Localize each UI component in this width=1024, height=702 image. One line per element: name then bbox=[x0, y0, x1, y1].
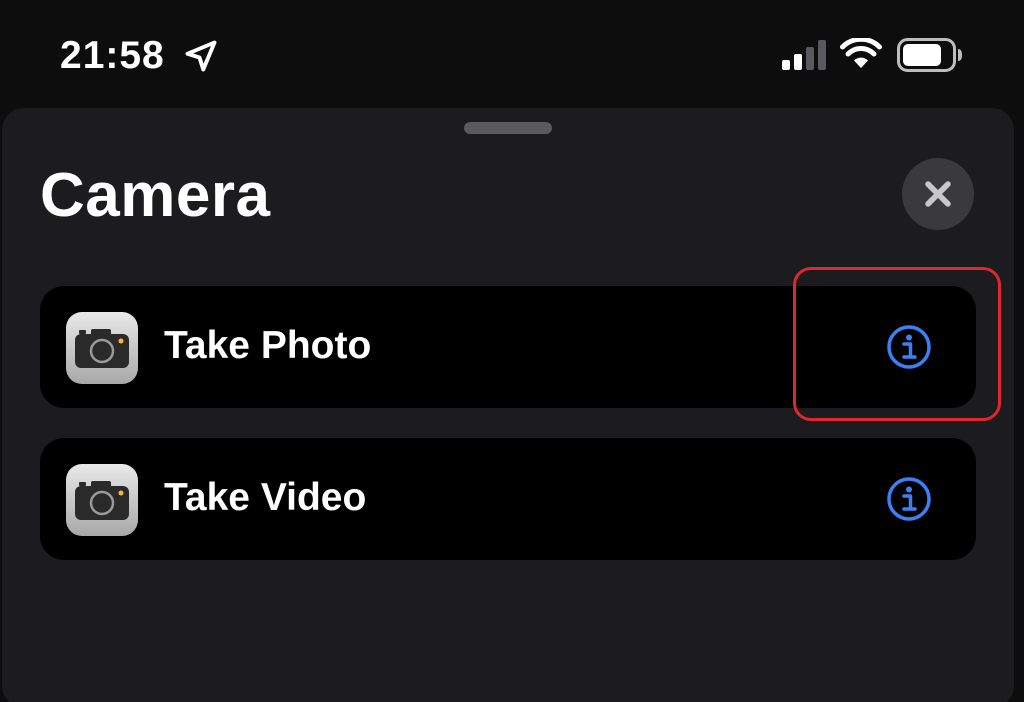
camera-app-icon bbox=[66, 312, 138, 384]
status-bar: 21:58 bbox=[0, 0, 1024, 110]
info-button-take-video[interactable] bbox=[886, 476, 932, 522]
info-icon bbox=[887, 477, 931, 521]
shortcut-sheet: Camera Take Photo Take Video bbox=[2, 108, 1014, 702]
action-label: Take Photo bbox=[164, 324, 372, 367]
close-icon bbox=[925, 181, 951, 207]
action-row-take-video[interactable]: Take Video bbox=[40, 438, 976, 560]
action-label: Take Video bbox=[164, 476, 367, 519]
location-arrow-icon bbox=[185, 40, 217, 72]
info-button-take-photo[interactable] bbox=[886, 324, 932, 370]
signal-icon bbox=[782, 40, 826, 70]
sheet-grabber[interactable] bbox=[464, 122, 552, 134]
close-button[interactable] bbox=[902, 158, 974, 230]
sheet-title: Camera bbox=[40, 161, 271, 230]
wifi-icon bbox=[840, 38, 882, 68]
camera-app-icon bbox=[66, 464, 138, 536]
action-row-take-photo[interactable]: Take Photo bbox=[40, 286, 976, 408]
screen: 21:58 Camera Take Photo Take Video bbox=[0, 0, 1024, 702]
battery-icon bbox=[897, 38, 962, 72]
status-time: 21:58 bbox=[60, 34, 165, 77]
info-icon bbox=[887, 325, 931, 369]
